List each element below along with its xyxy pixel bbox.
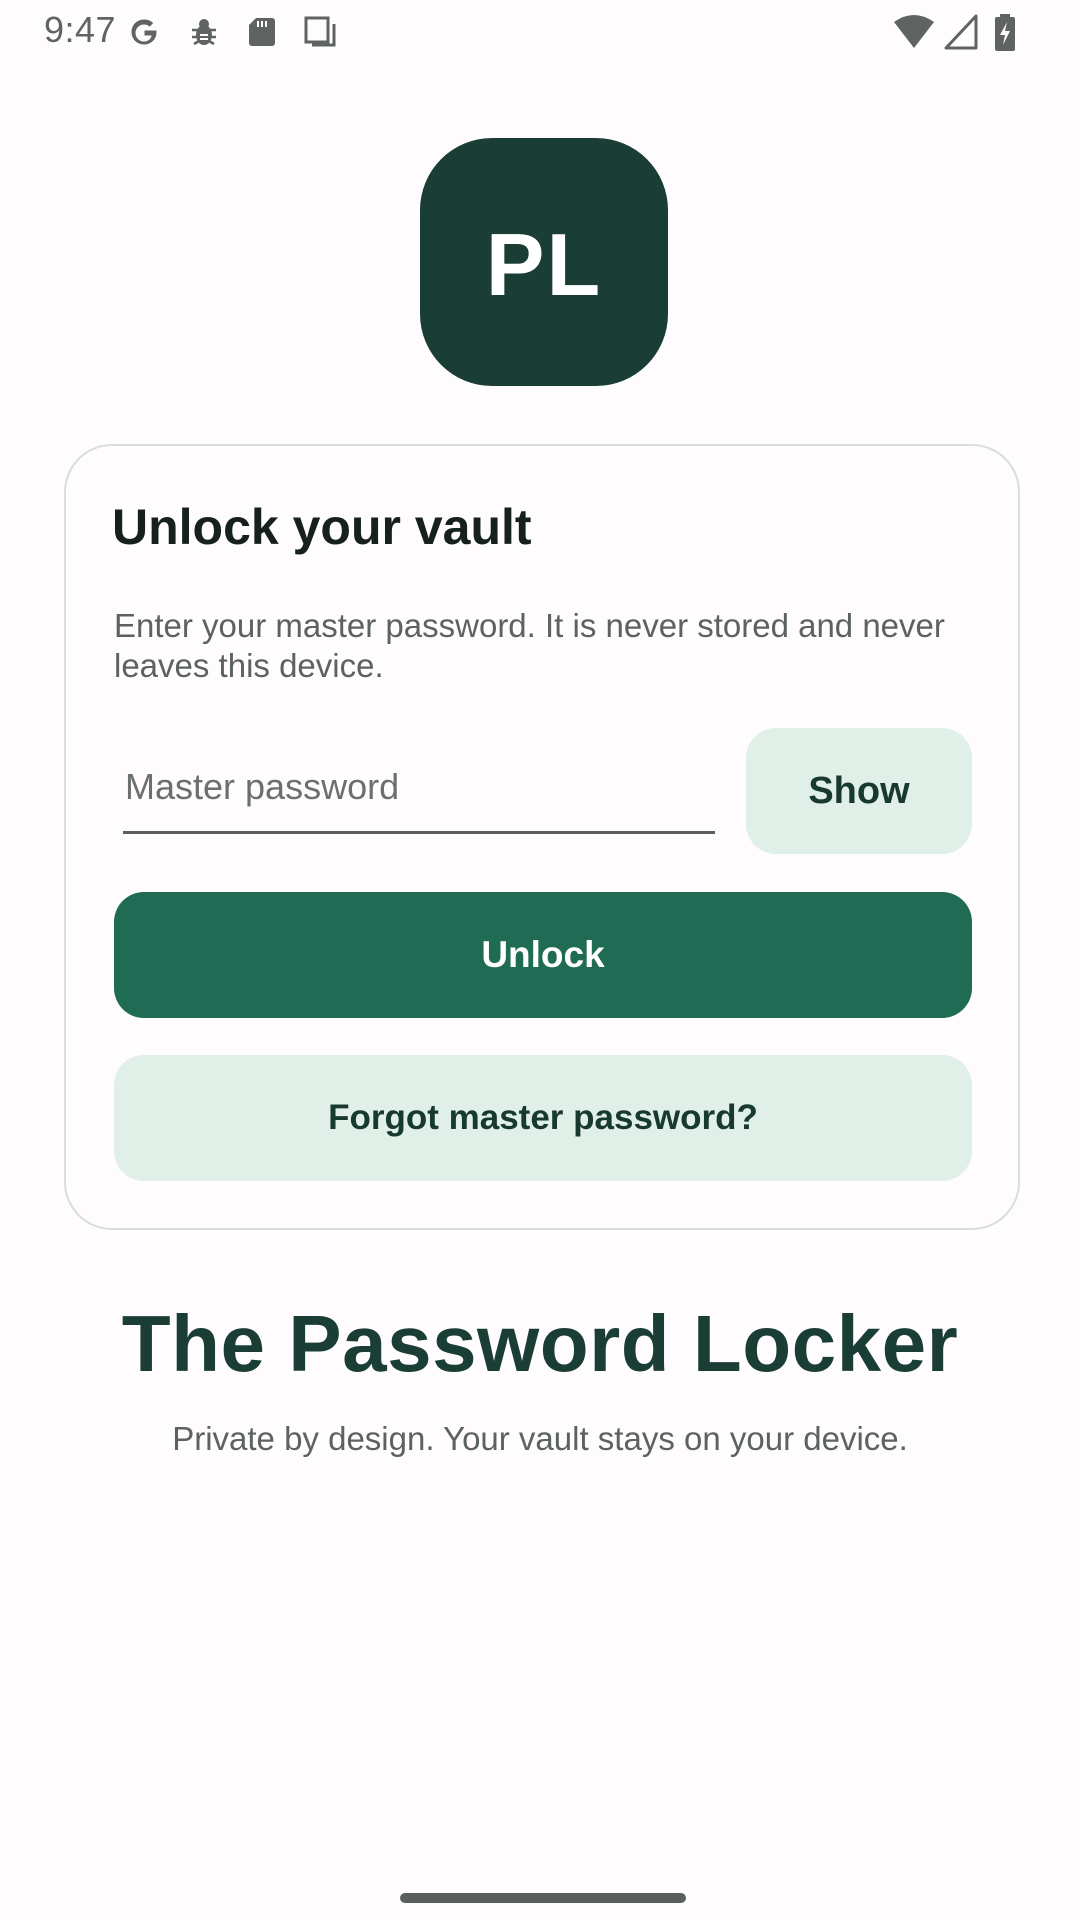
google-icon — [124, 12, 164, 52]
battery-charging-icon — [990, 12, 1020, 52]
app-logo: PL — [420, 138, 668, 386]
forgot-button-label: Forgot master password? — [328, 1098, 758, 1137]
unlock-screen: 9:47 PL Unlock your vault Enter your mas… — [0, 0, 1080, 1920]
bug-icon — [184, 12, 224, 52]
unlock-button[interactable]: Unlock — [114, 892, 972, 1018]
screenshot-icon — [300, 12, 340, 52]
tagline: Private by design. Your vault stays on y… — [172, 1420, 908, 1457]
logo-text: PL — [485, 215, 603, 314]
card-description: Enter your master password. It is never … — [114, 607, 945, 684]
show-password-button[interactable]: Show — [746, 728, 972, 854]
master-password-input[interactable] — [123, 752, 715, 834]
home-gesture-bar[interactable] — [400, 1893, 686, 1903]
status-bar: 9:47 — [0, 0, 1080, 60]
wifi-icon — [892, 12, 936, 52]
cell-signal-icon — [942, 12, 982, 52]
sd-card-icon — [242, 12, 282, 52]
status-time: 9:47 — [44, 9, 117, 50]
card-title: Unlock your vault — [112, 499, 532, 555]
show-button-label: Show — [808, 769, 910, 812]
app-name: The Password Locker — [121, 1299, 959, 1388]
unlock-button-label: Unlock — [481, 934, 605, 975]
forgot-password-button[interactable]: Forgot master password? — [114, 1055, 972, 1181]
